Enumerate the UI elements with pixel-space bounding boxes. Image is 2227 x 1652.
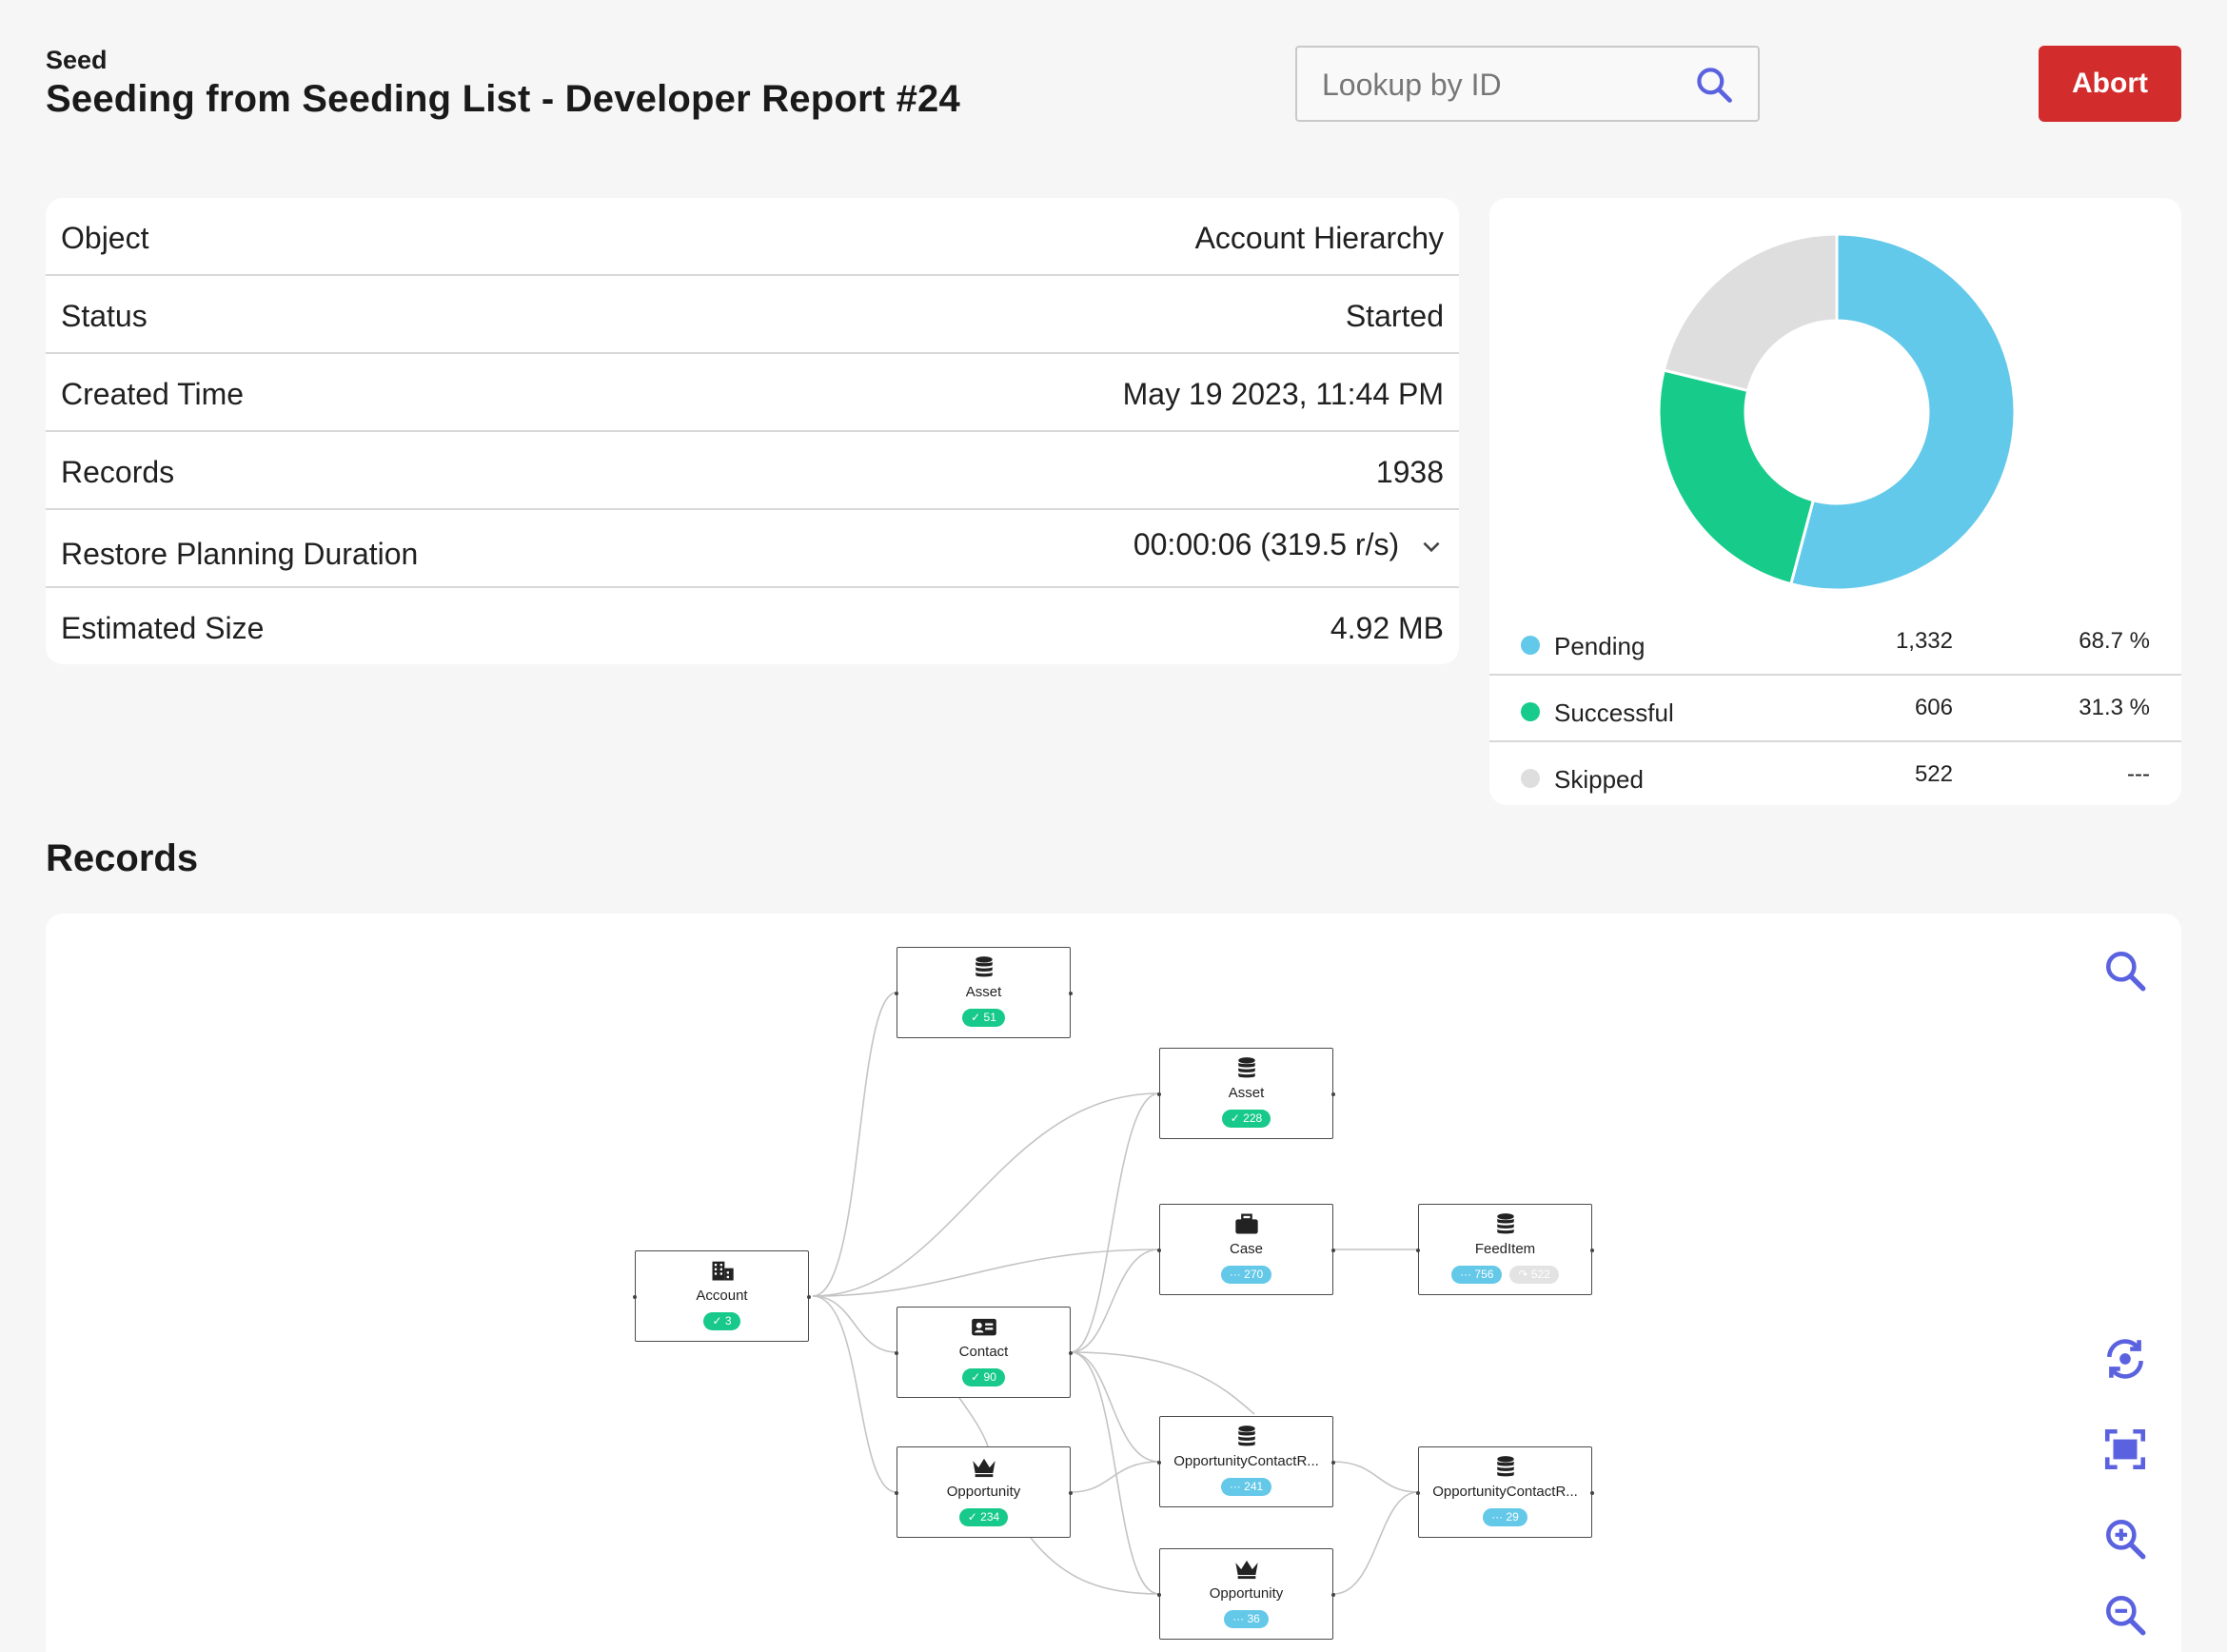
- detail-label: Created Time: [61, 377, 245, 411]
- graph-node-opportunity-contact-role[interactable]: OpportunityContactR... ··· 241: [1157, 1416, 1335, 1507]
- status-badge: ··· 756: [1451, 1266, 1503, 1284]
- detail-label: Records: [61, 455, 175, 489]
- detail-label: Status: [61, 299, 148, 333]
- legend-dot: [1521, 702, 1540, 721]
- status-badge: ··· 29: [1483, 1508, 1527, 1526]
- graph-node-case[interactable]: Case ··· 270: [1157, 1204, 1335, 1295]
- page-title: Seeding from Seeding List - Developer Re…: [46, 78, 960, 120]
- zoom-out-icon[interactable]: [2101, 1591, 2149, 1639]
- detail-label: Restore Planning Duration: [61, 537, 419, 571]
- graph-node-asset[interactable]: Asset ✓ 51: [895, 947, 1073, 1038]
- node-label: Opportunity: [946, 1484, 1021, 1500]
- legend-name: Skipped: [1554, 765, 1644, 794]
- node-label: OpportunityContactR...: [1432, 1484, 1578, 1500]
- detail-value: Started: [1345, 299, 1444, 333]
- lookup-field[interactable]: [1295, 46, 1760, 122]
- legend-name: Successful: [1554, 698, 1674, 727]
- status-badge: ✓ 228: [1221, 1110, 1271, 1128]
- detail-label: Object: [61, 221, 149, 255]
- graph-edges: [812, 992, 1419, 1595]
- status-badge: ··· 36: [1224, 1610, 1269, 1628]
- graph-node-opportunity-contact-role[interactable]: OpportunityContactR... ··· 29: [1416, 1446, 1594, 1538]
- detail-value: Account Hierarchy: [1194, 221, 1444, 255]
- legend-count: 1,332: [1895, 628, 1953, 654]
- graph-node-feeditem[interactable]: FeedItem ··· 756 ↷ 522: [1416, 1204, 1594, 1295]
- status-donut-chart: [1657, 232, 2017, 592]
- node-label: FeedItem: [1474, 1241, 1536, 1257]
- building-icon: [712, 1261, 734, 1281]
- donut-slice-skipped[interactable]: [1662, 232, 1839, 393]
- status-badge: ✓ 3: [703, 1312, 740, 1330]
- crown-icon: [973, 1458, 995, 1478]
- detail-value: 00:00:06 (319.5 r/s): [1133, 527, 1400, 561]
- graph-node-contact[interactable]: Contact ✓ 90: [895, 1307, 1073, 1398]
- id-card-icon: [972, 1318, 996, 1336]
- reset-view-icon[interactable]: [2101, 1335, 2149, 1383]
- search-icon[interactable]: [2101, 947, 2149, 994]
- chevron-down-icon[interactable]: [1419, 535, 1444, 560]
- database-icon: [1497, 1456, 1514, 1477]
- fit-screen-icon[interactable]: [2101, 1426, 2149, 1473]
- detail-label: Estimated Size: [61, 611, 265, 645]
- detail-row-estimated-size: Estimated Size 4.92 MB: [46, 588, 1459, 664]
- records-graph-canvas[interactable]: Account ✓ 3 Asset ✓ 51 Asset ✓ 228 Case …: [46, 914, 2181, 1652]
- node-label: Opportunity: [1209, 1585, 1284, 1602]
- graph-node-opportunity[interactable]: Opportunity ✓ 234: [895, 1446, 1073, 1538]
- detail-row-planning-duration[interactable]: Restore Planning Duration 00:00:06 (319.…: [46, 510, 1459, 588]
- legend-name: Pending: [1554, 632, 1646, 660]
- status-badge: ✓ 51: [962, 1009, 1005, 1027]
- detail-value: 1938: [1375, 455, 1444, 489]
- legend-row-skipped: Skipped 522 ---: [1489, 742, 2181, 805]
- status-badge: ✓ 90: [962, 1368, 1005, 1386]
- briefcase-icon: [1235, 1213, 1258, 1234]
- abort-button[interactable]: Abort: [2039, 46, 2181, 122]
- graph-node-account[interactable]: Account ✓ 3: [633, 1250, 811, 1342]
- legend-row-successful: Successful 606 31.3 %: [1489, 676, 2181, 742]
- detail-row-created-time: Created Time May 19 2023, 11:44 PM: [46, 354, 1459, 432]
- zoom-in-icon[interactable]: [2101, 1515, 2149, 1563]
- legend-dot: [1521, 769, 1540, 788]
- node-label: Case: [1229, 1241, 1264, 1257]
- status-badge: ✓ 234: [958, 1508, 1009, 1526]
- node-label: OpportunityContactR...: [1173, 1453, 1319, 1469]
- legend-row-pending: Pending 1,332 68.7 %: [1489, 609, 2181, 676]
- status-badge: ··· 241: [1220, 1478, 1272, 1496]
- legend-percent: ---: [2127, 761, 2150, 787]
- details-table: Object Account Hierarchy Status Started …: [46, 198, 1459, 664]
- detail-row-object: Object Account Hierarchy: [46, 198, 1459, 276]
- node-label: Asset: [965, 984, 1002, 1000]
- node-label: Account: [696, 1288, 748, 1304]
- legend-percent: 68.7 %: [2079, 628, 2150, 654]
- status-summary-card: Pending 1,332 68.7 % Successful 606 31.3…: [1489, 198, 2181, 805]
- legend-percent: 31.3 %: [2079, 695, 2150, 720]
- detail-value: 4.92 MB: [1330, 611, 1444, 645]
- detail-value: May 19 2023, 11:44 PM: [1122, 377, 1444, 411]
- crown-icon: [1235, 1560, 1258, 1580]
- search-icon[interactable]: [1693, 64, 1735, 106]
- records-section-title: Records: [46, 837, 199, 879]
- graph-node-opportunity[interactable]: Opportunity ··· 36: [1157, 1548, 1335, 1640]
- detail-value-expandable[interactable]: 00:00:06 (319.5 r/s): [1133, 527, 1444, 562]
- status-badge: ··· 270: [1220, 1266, 1272, 1284]
- database-icon: [976, 956, 993, 977]
- donut-slice-successful[interactable]: [1657, 368, 1816, 586]
- database-icon: [1238, 1426, 1255, 1446]
- lookup-input[interactable]: [1322, 61, 1693, 108]
- page-eyebrow: Seed: [46, 46, 108, 74]
- detail-row-records: Records 1938: [46, 432, 1459, 510]
- graph-node-asset[interactable]: Asset ✓ 228: [1157, 1048, 1335, 1139]
- node-label: Contact: [958, 1344, 1009, 1360]
- legend-count: 606: [1914, 695, 1953, 720]
- database-icon: [1497, 1213, 1514, 1234]
- node-label: Asset: [1228, 1085, 1265, 1101]
- detail-row-status: Status Started: [46, 276, 1459, 354]
- skipped-badge: ↷ 522: [1509, 1266, 1559, 1284]
- database-icon: [1238, 1057, 1255, 1078]
- legend-dot: [1521, 636, 1540, 655]
- legend-count: 522: [1914, 761, 1953, 787]
